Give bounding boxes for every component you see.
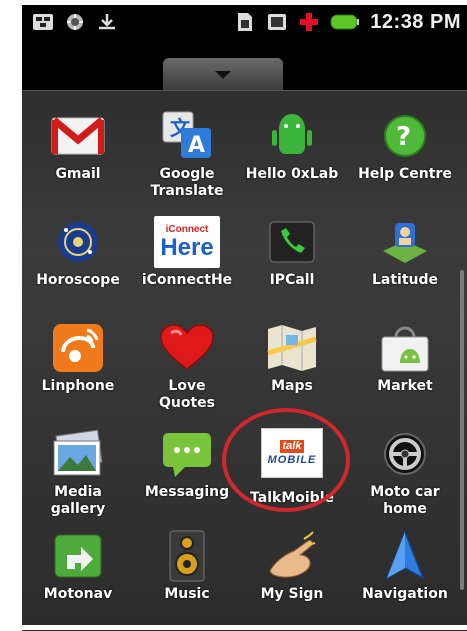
debug-icon <box>64 11 86 33</box>
map-icon <box>263 322 321 374</box>
status-bar: 12:38 PM <box>22 5 467 39</box>
app-love-quotes[interactable]: Love Quotes <box>132 322 242 422</box>
drawer-scrollbar[interactable] <box>460 270 464 590</box>
svg-text:?: ? <box>396 122 411 152</box>
app-music[interactable]: Music <box>132 530 242 630</box>
gmail-icon <box>49 110 107 162</box>
translate-icon: 文A <box>158 110 216 162</box>
app-media-gallery[interactable]: Media gallery <box>23 428 133 528</box>
app-label: Help Centre <box>358 166 452 182</box>
app-label: Horoscope <box>36 272 120 288</box>
app-latitude[interactable]: Latitude <box>350 216 460 316</box>
app-help-centre[interactable]: ? Help Centre <box>350 110 460 210</box>
app-maps[interactable]: Maps <box>237 322 347 422</box>
app-google-translate[interactable]: 文A Google Translate <box>132 110 242 210</box>
app-label: Maps <box>271 378 313 394</box>
iconnect-top-text: iConnect <box>165 223 209 235</box>
iconnect-here-text: Here <box>160 233 214 261</box>
app-gmail[interactable]: Gmail <box>23 110 133 210</box>
app-horoscope[interactable]: Horoscope <box>23 216 133 316</box>
app-label: Market <box>377 378 433 394</box>
app-label-line2: Translate <box>150 183 224 199</box>
app-linphone[interactable]: Linphone <box>23 322 133 422</box>
app-ipcall[interactable]: IPCall <box>237 216 347 316</box>
linphone-icon <box>49 322 107 374</box>
app-label: Gmail <box>55 166 101 182</box>
app-market[interactable]: Market <box>350 322 460 422</box>
bottom-margin <box>0 625 467 630</box>
app-label-line2: Quotes <box>158 395 215 411</box>
app-label: Linphone <box>41 378 115 394</box>
app-label: IPCall <box>269 272 315 288</box>
app-label: Motonav <box>43 586 113 602</box>
help-icon: ? <box>376 110 434 162</box>
sd-card-icon <box>266 11 288 33</box>
android-icon <box>263 110 321 162</box>
highlight-circle <box>222 408 350 512</box>
market-bag-icon <box>376 322 434 374</box>
app-moto-car-home[interactable]: Moto car home <box>350 428 460 528</box>
app-label: Music <box>164 586 210 602</box>
app-label: Messaging <box>144 484 230 500</box>
latitude-icon <box>376 216 434 268</box>
hand-pointer-icon <box>263 530 321 582</box>
speaker-icon <box>158 530 216 582</box>
app-label: Google <box>159 166 215 182</box>
battery-icon <box>330 11 360 33</box>
messaging-icon <box>158 428 216 480</box>
app-my-sign[interactable]: My Sign <box>237 530 347 630</box>
sim-icon <box>234 11 256 33</box>
app-motonav[interactable]: Motonav <box>23 530 133 630</box>
download-icon <box>96 11 118 33</box>
left-margin <box>0 0 22 630</box>
app-label: My Sign <box>260 586 324 602</box>
app-label: iConnectHe <box>141 272 233 288</box>
app-label-line2: gallery <box>50 501 106 517</box>
heart-icon <box>158 322 216 374</box>
usb-icon <box>32 11 54 33</box>
app-label-line2: home <box>383 501 427 517</box>
svg-text:A: A <box>188 133 205 158</box>
app-label: Media <box>54 484 102 500</box>
horoscope-icon <box>49 216 107 268</box>
app-iconnecthere[interactable]: iConnect Here iConnectHe <box>132 216 242 316</box>
app-navigation[interactable]: Navigation <box>350 530 460 630</box>
app-label: Hello 0xLab <box>245 166 339 182</box>
medical-cross-icon <box>298 11 320 33</box>
app-label: Navigation <box>362 586 448 602</box>
navigation-arrow-icon <box>376 530 434 582</box>
motonav-arrow-icon <box>49 530 107 582</box>
app-hello-0xlab[interactable]: Hello 0xLab <box>237 110 347 210</box>
chevron-down-icon <box>214 65 232 84</box>
drawer-handle[interactable] <box>163 58 283 90</box>
status-time: 12:38 PM <box>370 10 461 33</box>
app-label: Love <box>168 378 206 394</box>
gallery-icon <box>49 428 107 480</box>
app-grid: Gmail 文A Google Translate Hello 0xLab ? H… <box>22 100 460 625</box>
app-label: Latitude <box>371 272 439 288</box>
app-label: Moto car <box>370 484 440 500</box>
phone-icon <box>263 216 321 268</box>
steering-wheel-icon <box>376 428 434 480</box>
iconnect-here-icon: iConnect Here <box>154 216 220 268</box>
